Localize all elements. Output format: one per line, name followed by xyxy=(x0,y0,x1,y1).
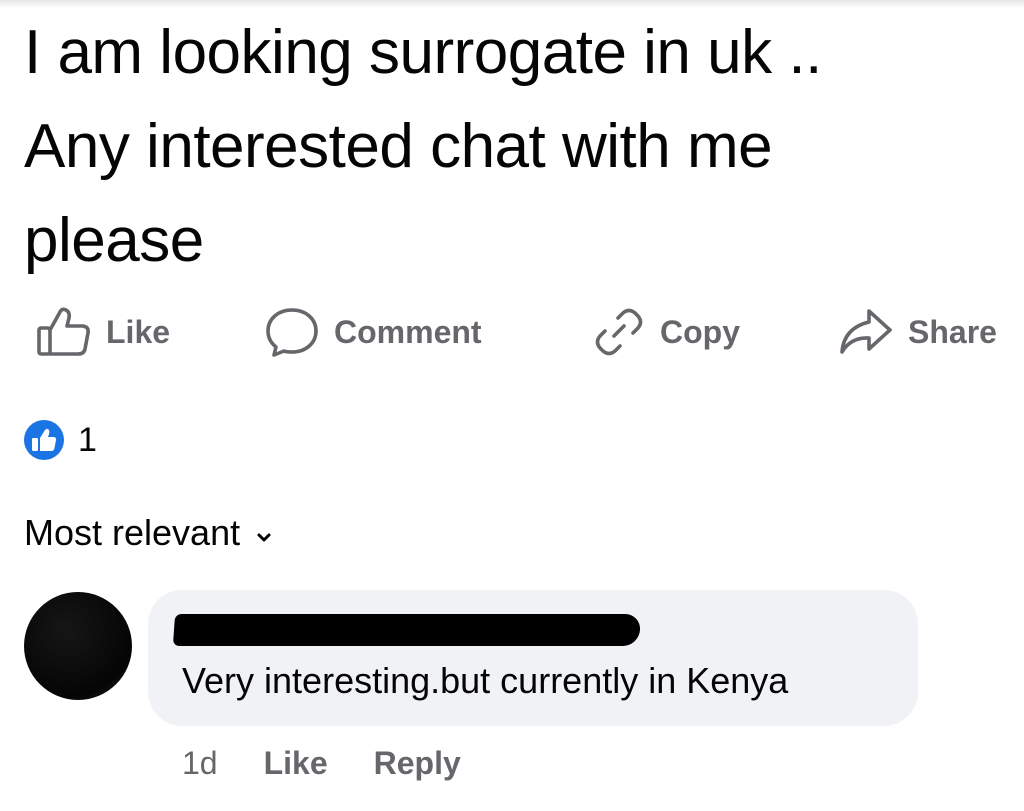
comment-reply-button[interactable]: Reply xyxy=(374,745,461,782)
reaction-count: 1 xyxy=(78,420,97,459)
thumbs-up-icon xyxy=(36,306,92,358)
comment-timestamp: 1d xyxy=(182,744,218,781)
copy-label: Copy xyxy=(660,313,740,350)
share-arrow-icon xyxy=(838,306,894,358)
comment-bubble: Very interesting.but currently in Kenya xyxy=(148,590,918,726)
post-text-line: Any interested chat with me xyxy=(24,112,773,181)
link-icon xyxy=(592,306,646,358)
comment-bubble-icon xyxy=(264,306,320,358)
comment-like-button[interactable]: Like xyxy=(264,745,328,782)
share-label: Share xyxy=(908,313,997,350)
like-label: Like xyxy=(106,313,171,350)
post-action-bar: Like Comment Copy Share xyxy=(0,300,1024,364)
sort-label: Most relevant xyxy=(24,512,241,553)
post-text: I am looking surrogate in uk .. Any inte… xyxy=(24,6,1009,288)
avatar[interactable] xyxy=(24,592,132,700)
comment-label: Comment xyxy=(334,313,482,350)
post-page: I am looking surrogate in uk .. Any inte… xyxy=(0,0,1024,811)
comment-text: Very interesting.but currently in Kenya xyxy=(182,660,789,701)
share-button[interactable]: Share xyxy=(838,300,997,364)
like-reaction-icon xyxy=(24,420,64,460)
comment-meta-row: 1d Like Reply xyxy=(182,738,461,788)
redacted-author-name xyxy=(172,614,642,646)
comment-sort-dropdown[interactable]: Most relevant xyxy=(24,508,274,558)
post-text-line: I am looking surrogate in uk .. xyxy=(24,18,822,87)
post-text-line: please xyxy=(24,206,204,275)
like-button[interactable]: Like xyxy=(36,300,170,364)
reaction-summary[interactable]: 1 xyxy=(24,418,97,462)
chevron-down-icon xyxy=(254,512,274,554)
comment-button[interactable]: Comment xyxy=(264,300,482,364)
copy-button[interactable]: Copy xyxy=(592,300,740,364)
